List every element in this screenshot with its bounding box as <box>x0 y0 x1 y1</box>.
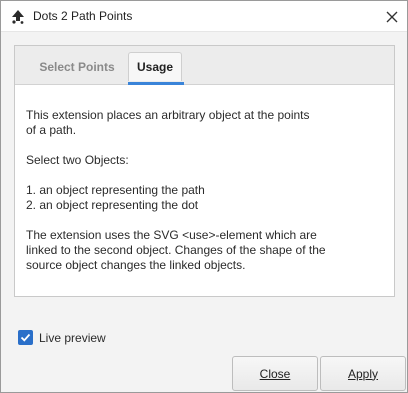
usage-line: linked to the second object. Changes of … <box>26 243 326 257</box>
usage-line: 1. an object representing the path <box>26 183 205 197</box>
window-title: Dots 2 Path Points <box>33 9 133 23</box>
usage-line: The extension uses the SVG <use>-element… <box>26 228 317 242</box>
apply-button[interactable]: Apply <box>320 356 406 391</box>
close-button[interactable]: Close <box>232 356 318 391</box>
tab-bar: Select Points Usage <box>15 46 394 85</box>
close-button-label: Close <box>259 366 291 381</box>
live-preview-label: Live preview <box>39 330 106 345</box>
usage-description: This extension places an arbitrary objec… <box>26 108 366 273</box>
active-tab-indicator <box>128 82 184 85</box>
close-icon[interactable] <box>380 6 404 28</box>
usage-line: 2. an object representing the dot <box>26 198 199 212</box>
usage-line: Select two Objects: <box>26 153 129 167</box>
usage-line: This extension places an arbitrary objec… <box>26 108 310 122</box>
notebook-panel: Select Points Usage This extension place… <box>14 45 395 297</box>
inkscape-icon <box>12 10 24 24</box>
live-preview-toggle[interactable]: Live preview <box>18 329 106 346</box>
tab-usage[interactable]: Usage <box>128 52 182 81</box>
apply-button-label: Apply <box>347 366 379 381</box>
check-icon <box>20 333 31 342</box>
usage-line: source object changes the linked objects… <box>26 258 246 272</box>
usage-line: of a path. <box>26 123 77 137</box>
title-bar: Dots 2 Path Points <box>1 1 407 32</box>
live-preview-checkbox[interactable] <box>18 330 33 345</box>
tab-select-points[interactable]: Select Points <box>25 52 129 81</box>
dialog-window: Dots 2 Path Points Select Points Usage T… <box>0 0 408 393</box>
